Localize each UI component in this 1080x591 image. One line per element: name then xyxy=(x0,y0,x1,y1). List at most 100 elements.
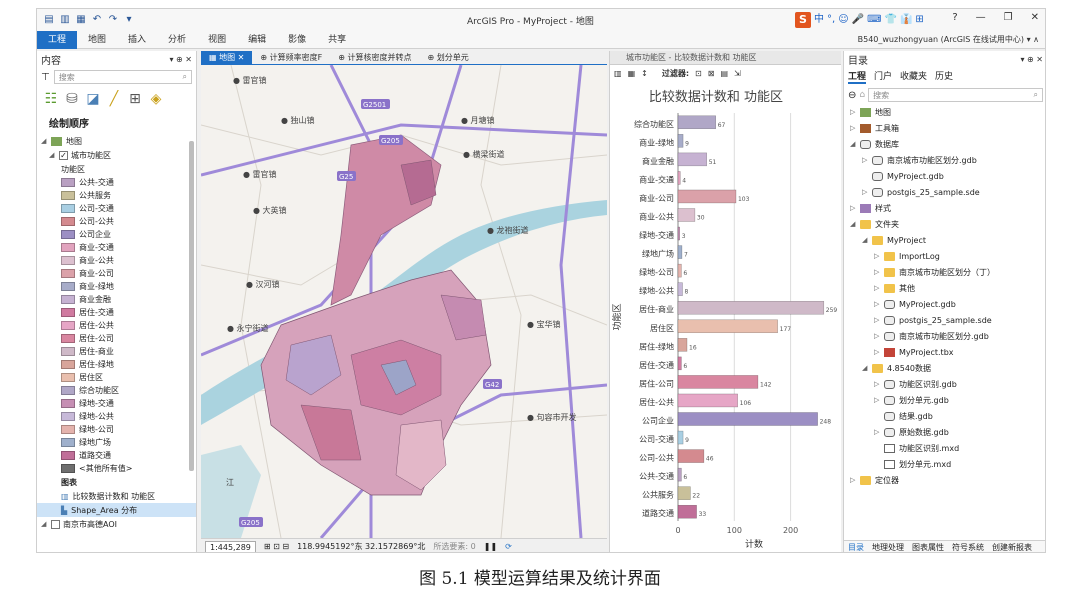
legend-item[interactable]: 居住-公共 xyxy=(37,319,196,332)
labeling-icon[interactable]: ◈ xyxy=(148,91,164,107)
legend-item[interactable]: 道路交通 xyxy=(37,449,196,462)
expand-arrow-icon[interactable]: ▷ xyxy=(850,476,860,484)
collapse-arrow-icon[interactable]: ◢ xyxy=(41,137,51,145)
layer-visibility-checkbox[interactable]: ✓ xyxy=(59,151,68,160)
ime-tool-icon[interactable]: °, xyxy=(827,12,835,28)
layer-node[interactable]: ◢ ✓ 城市功能区 xyxy=(37,148,196,162)
ribbon-tab[interactable]: 分析 xyxy=(157,31,197,49)
legend-item[interactable]: 绿地-公共 xyxy=(37,410,196,423)
catalog-item[interactable]: 划分单元.mxd xyxy=(844,456,1046,472)
editing-icon[interactable]: ╱ xyxy=(106,91,122,107)
chart-item-compare[interactable]: ▥ 比较数据计数和 功能区 xyxy=(37,489,196,503)
legend-item[interactable]: 商业金融 xyxy=(37,293,196,306)
ribbon-tab[interactable]: 影像 xyxy=(277,31,317,49)
catalog-tab[interactable]: 历史 xyxy=(935,69,953,84)
back-icon[interactable]: ⊖ xyxy=(848,90,856,101)
catalog-tab[interactable]: 门户 xyxy=(874,69,892,84)
expand-arrow-icon[interactable]: ▷ xyxy=(874,428,884,436)
catalog-item[interactable]: 功能区识别.mxd xyxy=(844,440,1046,456)
expand-arrow-icon[interactable]: ▷ xyxy=(862,156,872,164)
help-button[interactable]: ? xyxy=(952,12,957,23)
catalog-item[interactable]: ▷南京城市功能区划分（丁） xyxy=(844,264,1046,280)
ribbon-tab[interactable]: 地图 xyxy=(77,31,117,49)
legend-item[interactable]: 公共服务 xyxy=(37,189,196,202)
filter-icon[interactable]: ⊤ xyxy=(41,72,50,83)
catalog-item[interactable]: ▷功能区识别.gdb xyxy=(844,376,1046,392)
map-tab[interactable]: ⊕ 计算频率密度F xyxy=(252,51,330,65)
expand-arrow-icon[interactable]: ▷ xyxy=(874,300,884,308)
expand-arrow-icon[interactable]: ▷ xyxy=(862,188,872,196)
legend-item[interactable]: 公司企业 xyxy=(37,228,196,241)
pane-controls[interactable]: ▾ ⊕ ✕ xyxy=(169,55,192,64)
legend-item[interactable]: 商业-公司 xyxy=(37,267,196,280)
legend-item[interactable]: 居住-绿地 xyxy=(37,358,196,371)
pause-icon[interactable]: ❚❚ xyxy=(484,542,497,551)
bottom-layer-node[interactable]: ◢ 南京市高德AOI xyxy=(37,517,196,531)
expand-arrow-icon[interactable]: ◢ xyxy=(41,520,51,528)
ribbon-tab[interactable]: 编辑 xyxy=(237,31,277,49)
ime-tool-icon[interactable]: 👔 xyxy=(900,12,912,28)
drawing-order-icon[interactable]: ☷ xyxy=(43,91,59,107)
user-account[interactable]: B540_wuzhongyuan (ArcGIS 在线试用中心) ▾ ∧ xyxy=(858,34,1039,45)
catalog-item[interactable]: ▷postgis_25_sample.sde xyxy=(844,184,1046,200)
ime-tool-icon[interactable]: ⊞ xyxy=(915,12,923,28)
collapse-arrow-icon[interactable]: ◢ xyxy=(49,151,59,159)
expand-arrow-icon[interactable]: ▷ xyxy=(874,284,884,292)
expand-arrow-icon[interactable]: ◢ xyxy=(862,364,872,372)
map-node[interactable]: ◢ 地图 xyxy=(37,134,196,148)
bottom-tab[interactable]: 符号系统 xyxy=(952,542,984,553)
legend-item[interactable]: 绿地广场 xyxy=(37,436,196,449)
chart-properties-icon[interactable]: ▥ xyxy=(614,69,622,78)
legend-item[interactable]: 公共-交通 xyxy=(37,176,196,189)
bottom-tab[interactable]: 目录 xyxy=(848,542,864,554)
bar-chart[interactable]: 比较数据计数和 功能区0100200综合功能区67商业-绿地9商业金融51商业-… xyxy=(610,81,842,553)
catalog-item[interactable]: ▷MyProject.gdb xyxy=(844,296,1046,312)
expand-arrow-icon[interactable]: ▷ xyxy=(874,268,884,276)
catalog-item[interactable]: ▷postgis_25_sample.sde xyxy=(844,312,1046,328)
snapping-icon[interactable]: ⊞ xyxy=(127,91,143,107)
bottom-tab[interactable]: 地理处理 xyxy=(872,542,904,553)
catalog-item[interactable]: ◢文件夹 xyxy=(844,216,1046,232)
contents-scrollbar[interactable] xyxy=(189,141,194,471)
ime-tool-icon[interactable]: ☺ xyxy=(838,12,848,28)
catalog-item[interactable]: ▷南京城市功能区划分.gdb xyxy=(844,328,1046,344)
expand-arrow-icon[interactable]: ▷ xyxy=(850,108,860,116)
catalog-item[interactable]: 结果.gdb xyxy=(844,408,1046,424)
ribbon-tab[interactable]: 视图 xyxy=(197,31,237,49)
catalog-tab[interactable]: 收藏夹 xyxy=(900,69,927,84)
legend-item[interactable]: 居住-商业 xyxy=(37,345,196,358)
catalog-item[interactable]: ◢MyProject xyxy=(844,232,1046,248)
redo-icon[interactable]: ↷ xyxy=(107,14,119,26)
scale-tools-icon[interactable]: ⊞ ⊡ ⊟ xyxy=(264,542,289,551)
ime-logo-icon[interactable]: S xyxy=(795,12,811,28)
legend-item[interactable]: 居住区 xyxy=(37,371,196,384)
selection-icon[interactable]: ◪ xyxy=(85,91,101,107)
table-icon[interactable]: ▤ xyxy=(720,69,728,78)
catalog-item[interactable]: ▷地图 xyxy=(844,104,1046,120)
close-button[interactable]: ✕ xyxy=(1031,12,1039,23)
catalog-item[interactable]: ▷ImportLog xyxy=(844,248,1046,264)
ime-tool-icon[interactable]: 👕 xyxy=(885,12,897,28)
ribbon-tab[interactable]: 插入 xyxy=(117,31,157,49)
catalog-item[interactable]: ▷样式 xyxy=(844,200,1046,216)
legend-other-values[interactable]: <其他所有值> xyxy=(37,462,196,475)
map-tab[interactable]: ▦ 地图 ✕ xyxy=(201,51,252,65)
expand-arrow-icon[interactable]: ▷ xyxy=(874,252,884,260)
catalog-item[interactable]: ▷定位器 xyxy=(844,472,1046,488)
save-project-icon[interactable]: ▦ xyxy=(75,14,87,26)
data-source-icon[interactable]: ⛁ xyxy=(64,91,80,107)
catalog-item[interactable]: ▷南京城市功能区划分.gdb xyxy=(844,152,1046,168)
chart-item-histogram[interactable]: ▙ Shape_Area 分布 xyxy=(37,503,196,517)
customize-toolbar-icon[interactable]: ▾ xyxy=(123,14,135,26)
search-icon[interactable]: ⌕ xyxy=(1034,90,1038,100)
catalog-item[interactable]: ▷其他 xyxy=(844,280,1046,296)
export-icon[interactable]: ⇲ xyxy=(734,69,741,78)
expand-arrow-icon[interactable]: ▷ xyxy=(874,396,884,404)
expand-arrow-icon[interactable]: ▷ xyxy=(850,124,860,132)
legend-item[interactable]: 绿地-交通 xyxy=(37,397,196,410)
legend-item[interactable]: 绿地-公司 xyxy=(37,423,196,436)
catalog-item[interactable]: ▷MyProject.tbx xyxy=(844,344,1046,360)
contents-search-input[interactable]: 搜索 ⌕ xyxy=(54,70,192,84)
expand-arrow-icon[interactable]: ▷ xyxy=(850,204,860,212)
catalog-search-input[interactable]: 搜索 ⌕ xyxy=(868,88,1043,102)
